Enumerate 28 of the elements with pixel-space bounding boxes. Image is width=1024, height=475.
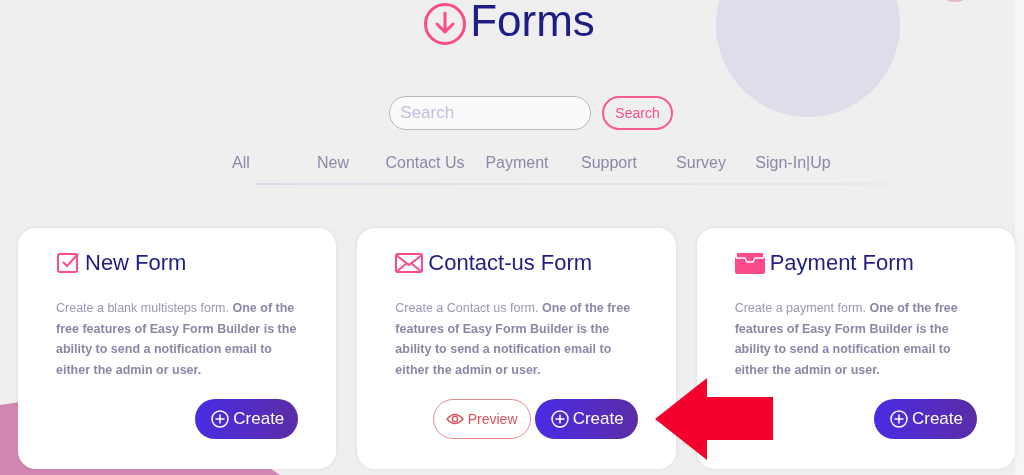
filter-tab[interactable]: Sign-In|Up [747,150,839,176]
page-title: Forms [470,0,595,47]
plus-circle-icon [889,410,908,428]
download-icon [423,2,468,46]
card-description: Create a blank multisteps form. One of the free features of Easy Form Builder is the ability to send a notification email to either the admin or user. [56,300,298,379]
card-description: Create a payment form. One of the free features of Easy Form Builder is the ability to send a notification email to either the admin or user. [734,300,959,379]
filter-tab[interactable]: New [287,150,379,176]
card-title: New Form [85,250,187,276]
card-title: Payment Form [769,250,914,276]
card-description: Create a Contact us form. One of the free features of Easy Form Builder is the ability to send a notification email to either the admin or user. [395,300,632,379]
plus-circle-icon [211,410,230,428]
filter-tab[interactable]: Payment [471,150,563,176]
eye-icon [445,413,464,425]
envelope-icon [395,252,424,274]
plus-circle-icon [550,410,569,428]
filter-tab[interactable]: All [195,150,287,176]
search-button[interactable]: Search [602,96,673,130]
card-title: Contact-us Form [428,250,593,276]
filter-tab[interactable]: Survey [655,150,747,176]
create-button[interactable]: Create [195,399,299,439]
filter-tab[interactable]: Support [563,150,655,176]
wallet-icon [734,252,765,274]
create-button[interactable]: Create [873,399,977,439]
create-button[interactable]: Create [534,399,638,439]
search-field[interactable]: Search [389,96,592,130]
checkbox-icon [56,251,80,275]
filter-tab[interactable]: Contact Us [379,150,471,176]
preview-button[interactable]: Preview [432,399,531,439]
